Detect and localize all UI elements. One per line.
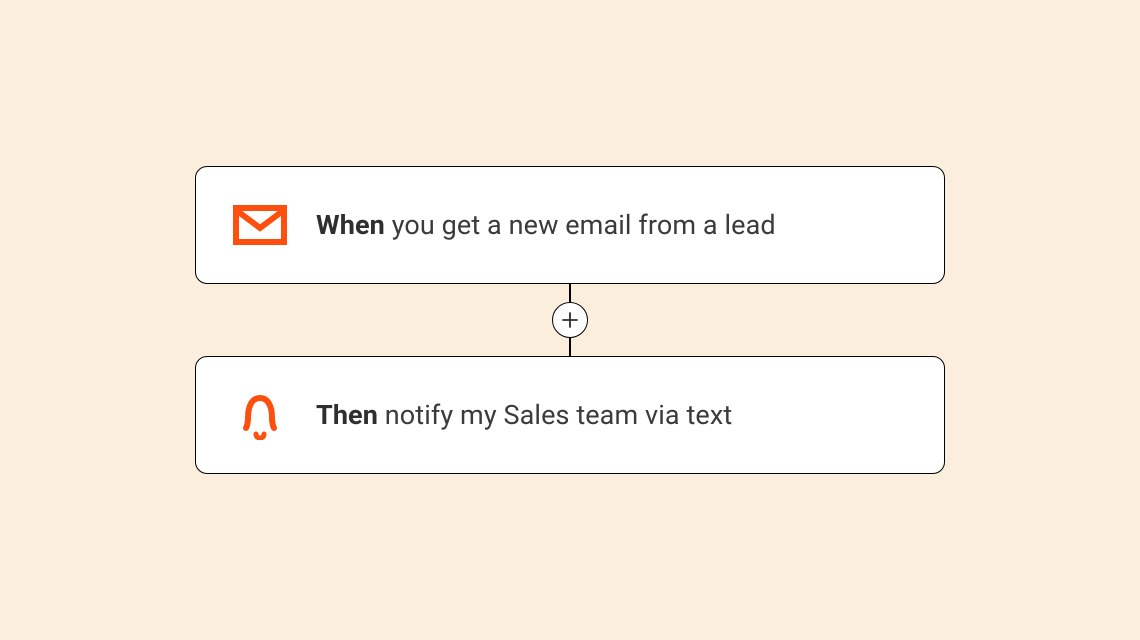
connector	[552, 284, 588, 356]
plus-icon	[561, 311, 579, 329]
mail-icon	[232, 203, 288, 247]
trigger-text: When you get a new email from a lead	[316, 209, 776, 241]
trigger-desc: you get a new email from a lead	[392, 209, 776, 241]
action-card[interactable]: Then notify my Sales team via text	[195, 356, 945, 474]
trigger-card[interactable]: When you get a new email from a lead	[195, 166, 945, 284]
action-keyword: Then	[316, 399, 378, 431]
action-desc: notify my Sales team via text	[385, 399, 732, 431]
add-step-button[interactable]	[552, 302, 588, 338]
connector-line-bottom	[569, 338, 571, 356]
bell-icon	[232, 393, 288, 437]
connector-line-top	[569, 284, 571, 302]
automation-flow: When you get a new email from a lead The…	[195, 166, 945, 474]
trigger-keyword: When	[316, 209, 385, 241]
action-text: Then notify my Sales team via text	[316, 399, 732, 431]
